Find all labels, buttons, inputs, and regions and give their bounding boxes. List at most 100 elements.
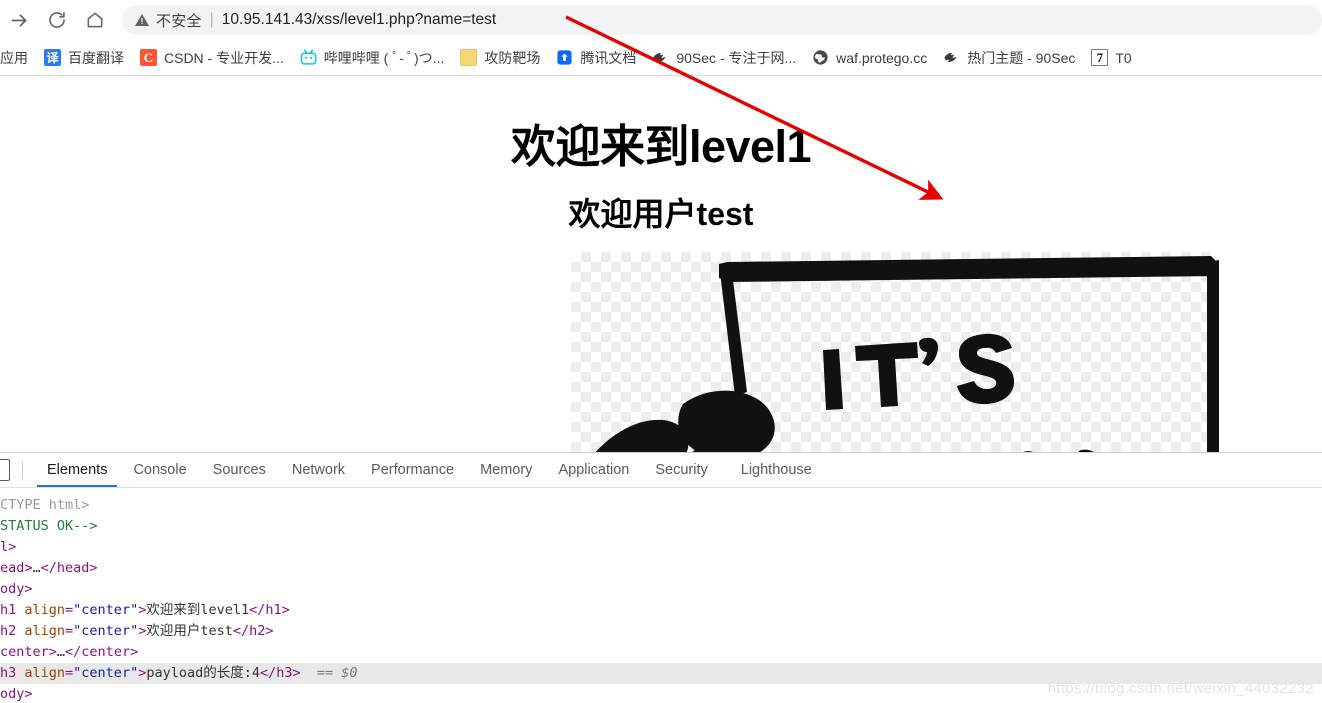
bookmark-90sec[interactable]: 90Sec - 专注于网... (646, 45, 802, 71)
device-toolbar-icon[interactable] (0, 459, 10, 481)
bookmark-apps[interactable]: 应用 (0, 45, 34, 71)
code-token: = (65, 623, 74, 639)
dom-tree-line[interactable]: l> (0, 537, 1322, 558)
code-token: 欢迎来到level1 (146, 602, 250, 618)
globe-icon (812, 49, 830, 66)
tab-label: Memory (480, 462, 533, 478)
warning-triangle-icon[interactable] (134, 12, 150, 28)
home-button[interactable] (76, 3, 114, 37)
page-heading-1: 欢迎来到level1 (510, 121, 812, 172)
code-token: h3 (0, 665, 25, 681)
code-token: 欢迎用户test (146, 623, 233, 639)
tab-label: Lighthouse (740, 462, 812, 478)
code-token: align (24, 602, 66, 618)
tab-label: Network (291, 462, 346, 478)
tab-console[interactable]: Console (120, 453, 199, 487)
tencent-docs-icon (556, 49, 574, 66)
seven-icon: 7 (1091, 49, 1109, 66)
dom-tree-line[interactable]: ead>…</head> (0, 558, 1322, 579)
code-token: == $0 (300, 665, 358, 681)
tab-sources[interactable]: Sources (200, 453, 279, 487)
dom-tree-line[interactable]: CTYPE html> (0, 495, 1322, 516)
bookmark-label: T0 (1115, 49, 1132, 66)
code-token: = (65, 665, 74, 681)
page-heading-2: 欢迎用户test (568, 196, 754, 232)
tab-network[interactable]: Network (279, 453, 358, 487)
code-token: </center> (65, 644, 139, 660)
code-token: align (24, 665, 66, 681)
dom-tree-line[interactable]: ody> (0, 579, 1322, 600)
code-token: ead> (0, 560, 33, 576)
csdn-icon: C (140, 49, 157, 66)
bookmark-label: waf.protego.cc (836, 49, 928, 66)
code-token: </head> (40, 560, 98, 576)
bookmark-tencent-docs[interactable]: 腾讯文档 (550, 45, 642, 71)
bookmark-baidu-translate[interactable]: 译 百度翻译 (38, 45, 130, 71)
browser-toolbar: 不安全 | 10.95.141.43/xss/level1.php?name=t… (0, 0, 1322, 40)
ninetysec-icon (652, 49, 670, 66)
meme-artwork (595, 256, 1219, 452)
dom-tree-line[interactable]: center>…</center> (0, 642, 1322, 663)
toolbar-divider (22, 461, 23, 479)
home-icon (85, 10, 105, 30)
code-token: align (24, 623, 66, 639)
code-token: STATUS OK--> (0, 518, 98, 534)
bookmark-label: 百度翻译 (68, 49, 124, 66)
bookmark-csdn[interactable]: C CSDN - 专业开发... (134, 45, 290, 71)
arrow-forward-icon (9, 10, 30, 31)
tab-lighthouse[interactable]: Lighthouse (721, 453, 825, 487)
code-token: payload的长度:4 (146, 665, 260, 681)
tab-security[interactable]: Security (642, 453, 720, 487)
dom-tree[interactable]: CTYPE html> STATUS OK--> l> ead>…</head> ody… (0, 488, 1322, 703)
tab-label: Console (133, 462, 187, 478)
dom-tree-line[interactable]: h2 align="center">欢迎用户test</h2> (0, 621, 1322, 642)
code-token: </h3> (260, 665, 301, 681)
bilibili-icon (299, 49, 317, 66)
devtools-tabbar: Elements Console Sources Network Perform… (0, 453, 1322, 488)
tab-elements[interactable]: Elements (34, 453, 120, 487)
tab-application[interactable]: Application (545, 453, 642, 487)
tab-label: Application (558, 462, 630, 478)
code-token: h2 (0, 623, 25, 639)
bookmark-label: 腾讯文档 (580, 49, 637, 66)
dom-tree-line[interactable]: STATUS OK--> (0, 516, 1322, 537)
bookmark-label: 攻防靶场 (484, 49, 541, 66)
reload-button[interactable] (38, 3, 76, 37)
security-status-text: 不安全 (156, 12, 202, 30)
bookmark-90sec-hot[interactable]: 热门主题 - 90Sec (937, 45, 1081, 71)
watermark: https://blog.csdn.net/weixin_44032232 (1047, 680, 1314, 697)
page-viewport: 欢迎来到level1 欢迎用户test (0, 77, 1322, 452)
code-token: = (65, 602, 74, 618)
devtools-panel: Elements Console Sources Network Perform… (0, 452, 1322, 703)
code-token: "center" (73, 602, 139, 618)
code-token: l> (0, 539, 17, 555)
bookmark-label: CSDN - 专业开发... (164, 49, 284, 66)
code-token: CTYPE html> (0, 497, 90, 513)
code-token: center> (0, 644, 57, 660)
tab-memory[interactable]: Memory (467, 453, 545, 487)
code-token: … (56, 644, 66, 660)
bookmark-bilibili[interactable]: 哔哩哔哩 ( ﾟ- ﾟ)つ... (294, 45, 451, 71)
bookmark-waf-protego[interactable]: waf.protego.cc (806, 45, 933, 71)
bookmark-folder[interactable]: 攻防靶场 (454, 45, 546, 71)
url-text[interactable]: 10.95.141.43/xss/level1.php?name=test (222, 11, 496, 29)
folder-icon (460, 49, 478, 66)
code-token: ody> (0, 686, 33, 702)
tab-label: Performance (371, 462, 455, 478)
address-bar[interactable]: 不安全 | 10.95.141.43/xss/level1.php?name=t… (122, 5, 1322, 35)
bookmark-label: 应用 (0, 49, 28, 66)
code-token: "center" (73, 665, 139, 681)
browser-window: 不安全 | 10.95.141.43/xss/level1.php?name=t… (0, 0, 1322, 703)
tab-label: Sources (212, 462, 266, 478)
code-token: </h1> (249, 602, 290, 618)
dom-tree-line[interactable]: h1 align="center">欢迎来到level1</h1> (0, 600, 1322, 621)
tab-label: Elements (47, 462, 108, 478)
forward-button[interactable] (0, 3, 38, 37)
tab-label: Security (655, 462, 708, 478)
code-token: ody> (0, 581, 33, 597)
bookmark-label: 90Sec - 专注于网... (676, 49, 797, 66)
bookmark-t0[interactable]: 7 T0 (1085, 45, 1137, 71)
translate-icon: 译 (44, 49, 61, 66)
tab-performance[interactable]: Performance (358, 453, 467, 487)
reload-icon (47, 10, 67, 30)
